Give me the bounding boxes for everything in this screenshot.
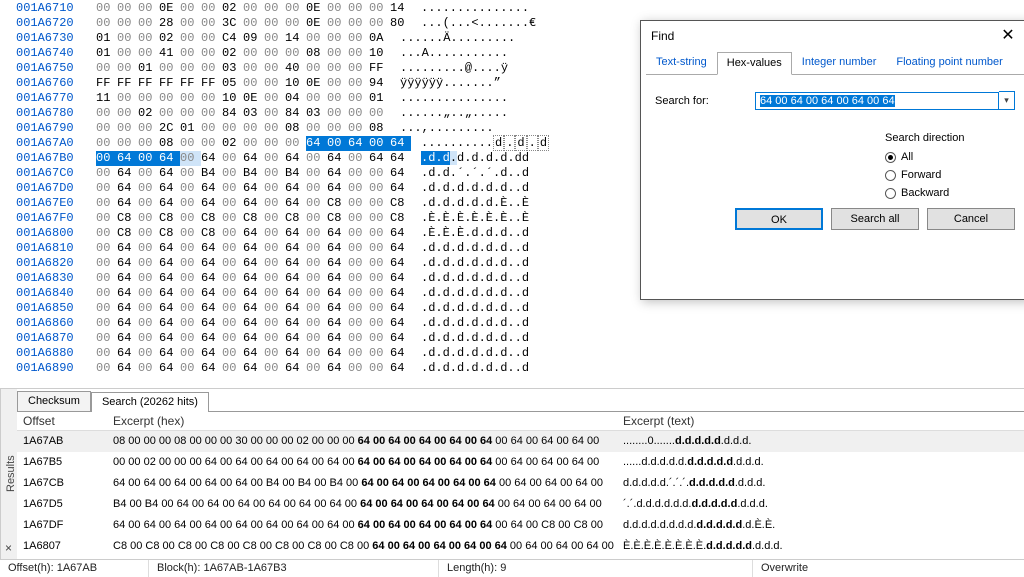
hex-row[interactable]: 001A6850006400640064006400640064000064.d… bbox=[16, 301, 1016, 316]
status-length: Length(h): 9 bbox=[438, 560, 752, 577]
chevron-down-icon[interactable]: ▾ bbox=[999, 91, 1015, 110]
hex-row[interactable]: 001A6890006400640064006400640064000064.d… bbox=[16, 361, 1016, 376]
radio-forward[interactable]: Forward bbox=[885, 166, 1007, 184]
search-input[interactable]: 64 00 64 00 64 00 64 00 64 bbox=[755, 92, 999, 110]
radio-all[interactable]: All bbox=[885, 148, 1007, 166]
hex-row[interactable]: 001A6880006400640064006400640064000064.d… bbox=[16, 346, 1016, 361]
status-offset: Offset(h): 1A67AB bbox=[0, 560, 148, 577]
results-panel: Results × Checksum Search (20262 hits) O… bbox=[0, 388, 1024, 559]
hex-row[interactable]: 001A6870006400640064006400640064000064.d… bbox=[16, 331, 1016, 346]
radio-backward[interactable]: Backward bbox=[885, 184, 1007, 202]
find-dialog: Find ✕ Text-string Hex-values Integer nu… bbox=[640, 20, 1024, 300]
table-row[interactable]: 1A67AB08 00 00 00 08 00 00 00 30 00 00 0… bbox=[17, 431, 1024, 452]
close-icon[interactable]: ✕ bbox=[993, 21, 1023, 51]
hex-row[interactable]: 001A6860006400640064006400640064000064.d… bbox=[16, 316, 1016, 331]
find-tab-int[interactable]: Integer number bbox=[792, 51, 887, 74]
table-row[interactable]: 1A67CB64 00 64 00 64 00 64 00 64 00 B4 0… bbox=[17, 473, 1024, 494]
results-close-icon[interactable]: × bbox=[2, 542, 15, 555]
col-offset[interactable]: Offset bbox=[23, 414, 113, 428]
table-row[interactable]: 1A67B500 00 02 00 00 00 64 00 64 00 64 0… bbox=[17, 452, 1024, 473]
status-block: Block(h): 1A67AB-1A67B3 bbox=[148, 560, 438, 577]
search-for-label: Search for: bbox=[655, 95, 755, 107]
find-title: Find bbox=[651, 21, 674, 51]
ok-button[interactable]: OK bbox=[735, 208, 823, 230]
search-all-button[interactable]: Search all bbox=[831, 208, 919, 230]
results-side-label: Results bbox=[0, 389, 17, 559]
find-tab-float[interactable]: Floating point number bbox=[886, 51, 1012, 74]
col-excerpt-text[interactable]: Excerpt (text) bbox=[623, 414, 1018, 428]
find-tabs: Text-string Hex-values Integer number Fl… bbox=[646, 51, 1024, 75]
tab-checksum[interactable]: Checksum bbox=[17, 391, 91, 411]
status-mode: Overwrite bbox=[752, 560, 1024, 577]
tab-search[interactable]: Search (20262 hits) bbox=[91, 392, 209, 412]
col-excerpt-hex[interactable]: Excerpt (hex) bbox=[113, 414, 623, 428]
hex-row[interactable]: 001A67100000000E0000020000000E00000014..… bbox=[16, 1, 1016, 16]
results-tabs: Checksum Search (20262 hits) bbox=[17, 389, 1024, 412]
search-direction-label: Search direction bbox=[885, 132, 1007, 144]
results-header: Offset Excerpt (hex) Excerpt (text) bbox=[17, 412, 1024, 431]
table-row[interactable]: 1A67DF64 00 64 00 64 00 64 00 64 00 64 0… bbox=[17, 515, 1024, 536]
table-row[interactable]: 1A6807C8 00 C8 00 C8 00 C8 00 C8 00 C8 0… bbox=[17, 536, 1024, 557]
find-tab-hex[interactable]: Hex-values bbox=[717, 52, 792, 75]
find-tab-text[interactable]: Text-string bbox=[646, 51, 717, 74]
status-bar: Offset(h): 1A67AB Block(h): 1A67AB-1A67B… bbox=[0, 559, 1024, 577]
search-direction-group: Search direction All Forward Backward bbox=[877, 126, 1015, 208]
table-row[interactable]: 1A67D5B4 00 B4 00 64 00 64 00 64 00 64 0… bbox=[17, 494, 1024, 515]
cancel-button[interactable]: Cancel bbox=[927, 208, 1015, 230]
